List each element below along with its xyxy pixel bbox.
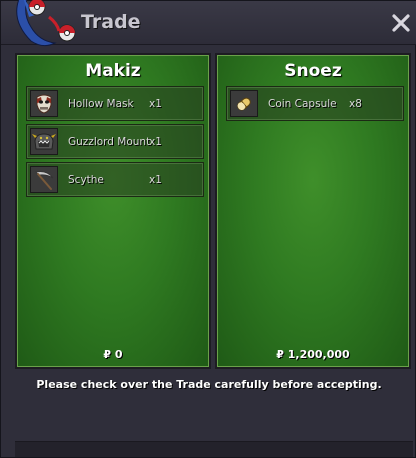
item-quantity: x1 bbox=[149, 173, 162, 186]
left-player-name: Makiz bbox=[85, 61, 141, 81]
trade-notice: Please check over the Trade carefully be… bbox=[36, 378, 382, 391]
right-offer-panel: Snoez Coin Capsule x8 ₽ 1,200,000 bbox=[215, 53, 411, 369]
title-bar[interactable]: Trade bbox=[1, 0, 416, 47]
scythe-icon bbox=[30, 166, 58, 193]
item-quantity: x1 bbox=[149, 97, 162, 110]
item-quantity: x1 bbox=[149, 135, 162, 148]
footer-bar bbox=[15, 441, 413, 457]
right-player-name: Snoez bbox=[284, 61, 342, 81]
trade-window: Trade Makiz Hollow Mask x1 Guzzlord Moun… bbox=[0, 0, 416, 458]
close-icon[interactable] bbox=[391, 13, 411, 33]
guzzlord-mount-icon bbox=[30, 128, 58, 155]
window-title: Trade bbox=[81, 11, 141, 33]
coin-capsule-icon bbox=[230, 90, 258, 117]
hollow-mask-icon bbox=[30, 90, 58, 117]
game-logo-icon bbox=[16, 0, 76, 47]
item-name: Scythe bbox=[68, 173, 104, 186]
right-money-offer: ₽ 1,200,000 bbox=[276, 348, 350, 361]
left-offer-panel: Makiz Hollow Mask x1 Guzzlord Mount x1 S… bbox=[15, 53, 211, 369]
item-quantity: x8 bbox=[349, 97, 362, 110]
left-money-offer: ₽ 0 bbox=[103, 348, 123, 361]
offer-item-hollow-mask[interactable]: Hollow Mask x1 bbox=[26, 86, 204, 121]
item-name: Guzzlord Mount bbox=[68, 135, 151, 148]
offer-item-guzzlord-mount[interactable]: Guzzlord Mount x1 bbox=[26, 124, 204, 159]
item-name: Hollow Mask bbox=[68, 97, 134, 110]
offer-item-scythe[interactable]: Scythe x1 bbox=[26, 162, 204, 197]
item-name: Coin Capsule bbox=[268, 97, 337, 110]
offer-item-coin-capsule[interactable]: Coin Capsule x8 bbox=[226, 86, 404, 121]
